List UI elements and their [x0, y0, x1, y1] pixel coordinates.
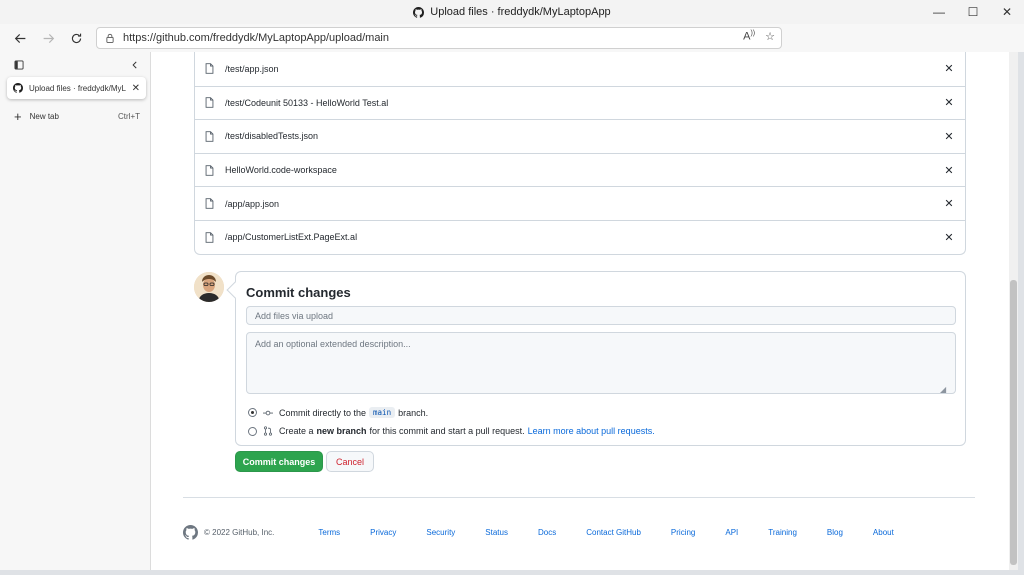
page-content: /test/app.json ✕ /test/Codeunit 50133 - He… [151, 52, 1009, 570]
file-row: /test/app.json ✕ [195, 52, 965, 86]
footer-link-blog[interactable]: Blog [827, 528, 843, 537]
commit-direct-suffix: branch. [398, 407, 429, 418]
minimize-button[interactable]: — [922, 0, 956, 24]
footer-link-training[interactable]: Training [768, 528, 797, 537]
commit-direct-radio[interactable] [248, 408, 257, 417]
read-aloud-icon[interactable]: A)) [743, 30, 755, 43]
pull-request-icon [263, 426, 273, 436]
create-branch-radio[interactable] [248, 426, 257, 436]
create-branch-prefix: Create a [279, 426, 314, 436]
remove-file-icon[interactable]: ✕ [943, 130, 955, 143]
file-name: /app/CustomerListExt.PageExt.al [225, 232, 358, 243]
lock-icon [106, 33, 114, 43]
tab-actions-icon[interactable] [14, 60, 24, 70]
commit-form: Commit changes ◢ Commit directly to the … [226, 271, 966, 446]
remove-file-icon[interactable]: ✕ [943, 164, 955, 177]
file-icon [205, 232, 217, 243]
maximize-button[interactable]: ☐ [956, 0, 990, 24]
file-row: /test/disabledTests.json ✕ [195, 119, 965, 153]
github-icon [13, 83, 23, 93]
resize-grip-icon[interactable]: ◢ [940, 385, 946, 394]
learn-more-pr-link[interactable]: Learn more about pull requests. [528, 426, 655, 436]
commit-summary-input[interactable] [246, 306, 956, 325]
remove-file-icon[interactable]: ✕ [943, 197, 955, 210]
file-name: /test/app.json [225, 63, 279, 74]
file-icon [205, 131, 217, 142]
avatar-portrait-icon [194, 272, 224, 302]
vertical-tabs-sidebar: Upload files · freddydk/MyL ✕ + New tab … [0, 52, 151, 570]
file-icon [205, 198, 217, 209]
commit-direct-option[interactable]: Commit directly to the main branch. [248, 407, 428, 418]
new-tab-shortcut: Ctrl+T [118, 112, 140, 121]
tab-label: Upload files · freddydk/MyL [29, 83, 126, 93]
commit-changes-button[interactable]: Commit changes [235, 451, 323, 472]
remove-file-icon[interactable]: ✕ [943, 62, 955, 75]
window-title: Upload files · freddydk/MyLaptopApp [413, 6, 611, 18]
footer-link-api[interactable]: API [725, 528, 738, 537]
window-title-bar: Upload files · freddydk/MyLaptopApp — ☐ … [0, 0, 1024, 24]
footer-divider [183, 497, 975, 498]
browser-tab-active[interactable]: Upload files · freddydk/MyL ✕ [7, 77, 146, 99]
footer-link-terms[interactable]: Terms [318, 528, 340, 537]
commit-description-textarea[interactable] [246, 332, 956, 394]
footer-link-about[interactable]: About [873, 528, 894, 537]
address-bar[interactable]: https://github.com/freddydk/MyLaptopApp/… [96, 27, 782, 49]
git-commit-icon [263, 408, 273, 418]
favorite-star-icon[interactable]: ☆ [765, 30, 775, 43]
refresh-button[interactable] [62, 26, 90, 50]
footer-link-security[interactable]: Security [426, 528, 455, 537]
file-icon [205, 63, 217, 75]
footer-copyright: © 2022 GitHub, Inc. [204, 527, 275, 537]
forward-arrow-icon [43, 33, 54, 43]
url-text: https://github.com/freddydk/MyLaptopApp/… [123, 32, 389, 44]
footer-link-docs[interactable]: Docs [538, 528, 556, 537]
new-tab-button[interactable]: + New tab Ctrl+T [14, 109, 140, 124]
page-scrollbar[interactable] [1009, 52, 1018, 570]
user-avatar [194, 272, 224, 302]
browser-toolbar: https://github.com/freddydk/MyLaptopApp/… [0, 24, 1024, 75]
branch-name: main [369, 407, 396, 418]
create-branch-option[interactable]: Create a new branch for this commit and … [248, 426, 655, 436]
file-name: HelloWorld.code-workspace [225, 165, 337, 176]
file-name: /test/Codeunit 50133 - HelloWorld Test.a… [225, 97, 389, 108]
commit-heading: Commit changes [246, 285, 351, 300]
file-row: /app/CustomerListExt.PageExt.al ✕ [195, 219, 965, 254]
footer-link-status[interactable]: Status [485, 528, 508, 537]
close-tab-icon[interactable]: ✕ [132, 83, 140, 94]
create-branch-middle: for this commit and start a pull request… [369, 426, 525, 436]
forward-button[interactable] [34, 26, 62, 50]
file-icon [205, 164, 217, 176]
collapse-sidebar-icon[interactable] [130, 60, 140, 70]
file-row: HelloWorld.code-workspace ✕ [195, 152, 965, 187]
create-branch-bold: new branch [316, 426, 367, 436]
window-title-text: Upload files · freddydk/MyLaptopApp [430, 6, 611, 18]
remove-file-icon[interactable]: ✕ [943, 231, 955, 244]
back-button[interactable] [6, 26, 34, 50]
remove-file-icon[interactable]: ✕ [943, 96, 955, 109]
plus-icon: + [14, 109, 22, 124]
new-tab-label: New tab [29, 112, 59, 121]
github-icon [413, 6, 425, 18]
file-name: /test/disabledTests.json [225, 131, 319, 142]
github-logo-icon[interactable] [183, 524, 198, 540]
file-name: /app/app.json [225, 198, 280, 209]
footer-link-privacy[interactable]: Privacy [370, 528, 396, 537]
file-icon [205, 97, 217, 109]
uploaded-file-list: /test/app.json ✕ /test/Codeunit 50133 - He… [194, 52, 966, 255]
cancel-button[interactable]: Cancel [326, 451, 374, 472]
commit-direct-prefix: Commit directly to the [279, 407, 367, 418]
scrollbar-thumb[interactable] [1010, 280, 1017, 565]
footer-link-pricing[interactable]: Pricing [671, 528, 695, 537]
footer-link-contact-github[interactable]: Contact GitHub [586, 528, 641, 537]
page-footer: © 2022 GitHub, Inc. Terms Privacy Security… [183, 522, 975, 542]
file-row: /app/app.json ✕ [195, 186, 965, 220]
back-arrow-icon [14, 33, 25, 43]
close-window-button[interactable]: ✕ [990, 0, 1024, 24]
refresh-icon [71, 33, 81, 43]
file-row: /test/Codeunit 50133 - HelloWorld Test.a… [195, 85, 965, 120]
